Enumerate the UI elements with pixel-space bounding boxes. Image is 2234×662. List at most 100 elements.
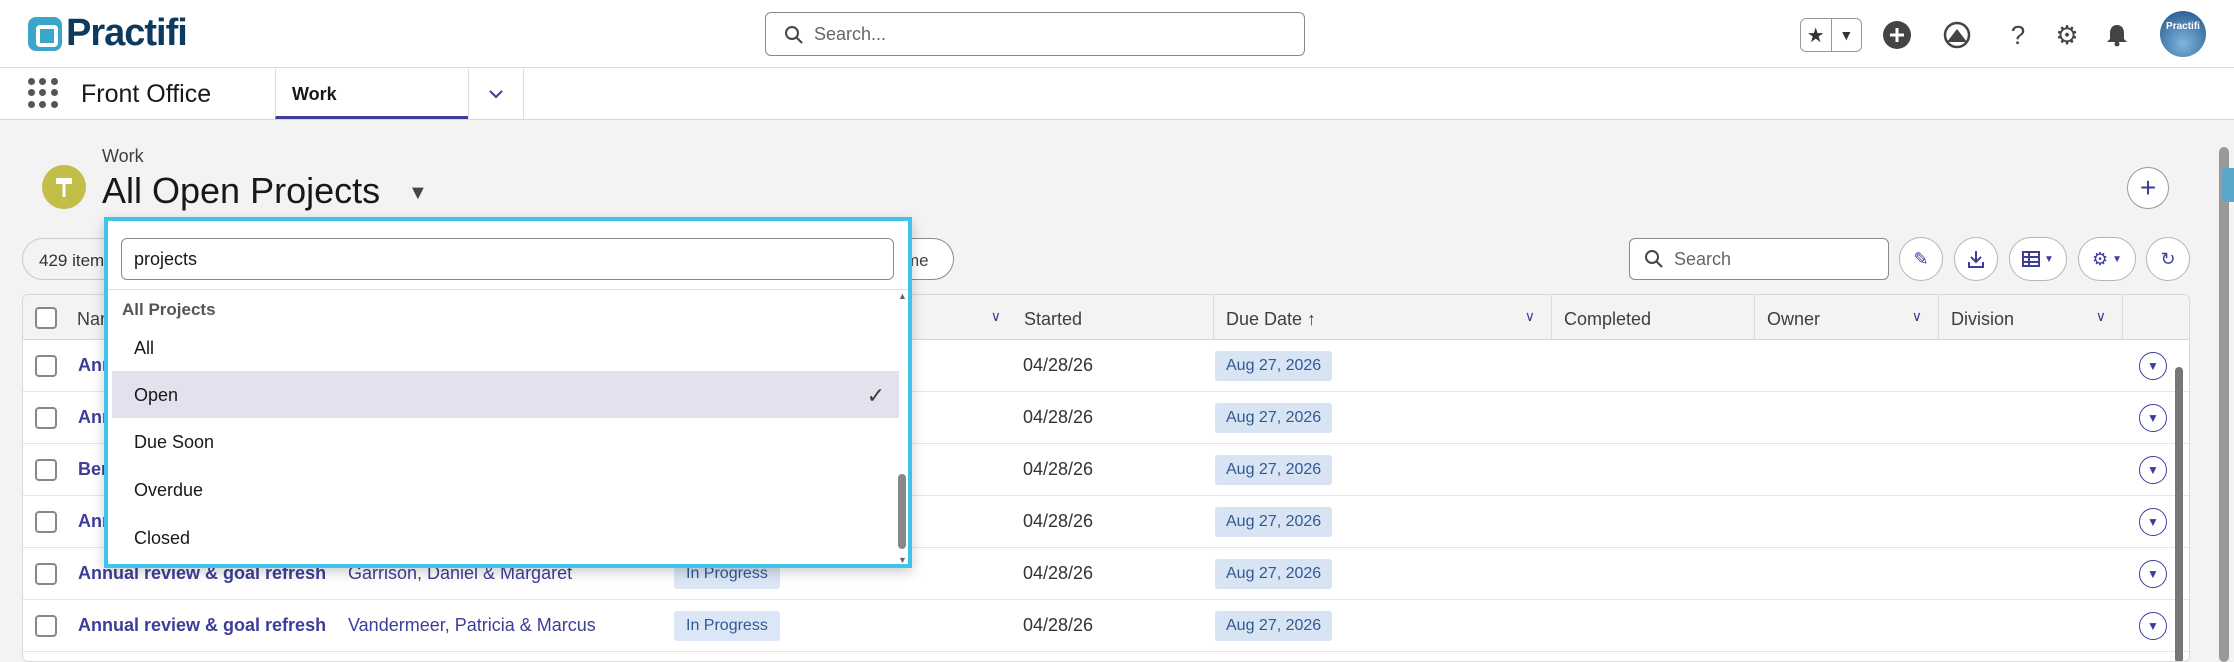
due-date-badge: Aug 27, 2026 xyxy=(1215,559,1333,589)
edit-button[interactable]: ✎ xyxy=(1899,237,1943,281)
app-launcher-icon[interactable] xyxy=(28,78,58,108)
chevron-down-icon: ▼ xyxy=(2112,253,2123,265)
gear-icon[interactable]: ⚙ xyxy=(2050,18,2084,52)
row-checkbox[interactable] xyxy=(35,407,57,429)
option-label: Closed xyxy=(134,528,191,548)
option-closed[interactable]: Closed xyxy=(112,514,899,561)
row-checkbox[interactable] xyxy=(35,511,57,533)
practifi-logo-mark xyxy=(28,16,62,51)
help-icon[interactable]: ? xyxy=(2001,18,2035,52)
star-icon[interactable]: ★ xyxy=(1801,19,1831,51)
refresh-button[interactable]: ↻ xyxy=(2146,237,2190,281)
chevron-down-icon[interactable]: ▼ xyxy=(1830,19,1862,51)
work-object-icon xyxy=(42,165,86,209)
started-date: 04/28/26 xyxy=(1023,563,1094,583)
list-view-search-input[interactable] xyxy=(121,238,894,280)
due-date-badge: Aug 27, 2026 xyxy=(1215,403,1333,433)
column-label: Started xyxy=(1024,309,1083,329)
global-header: Practifi Search... ★ ▼ ? ⚙ Practifi xyxy=(0,0,2234,68)
column-header-owner[interactable]: Owner ∨ xyxy=(1755,295,1939,340)
list-search-input[interactable]: Search xyxy=(1629,238,1889,280)
row-action-button[interactable]: ▼ xyxy=(2139,508,2167,536)
gear-icon: ⚙ xyxy=(2091,248,2109,269)
option-overdue[interactable]: Overdue xyxy=(112,466,899,513)
column-header-started[interactable]: Started xyxy=(1012,295,1214,340)
side-panel-tab[interactable] xyxy=(2222,168,2234,202)
due-date-badge: Aug 27, 2026 xyxy=(1215,611,1333,641)
chevron-down-icon[interactable]: ∨ xyxy=(1525,308,1535,325)
download-button[interactable] xyxy=(1954,237,1998,281)
scrollbar-thumb[interactable] xyxy=(898,474,906,549)
due-date-badge: Aug 27, 2026 xyxy=(1215,455,1333,485)
option-open[interactable]: Open ✓ xyxy=(112,371,899,418)
column-label: Division xyxy=(1951,309,2015,329)
row-action-button[interactable]: ▼ xyxy=(2139,560,2167,588)
column-label: Completed xyxy=(1564,309,1652,329)
option-label: Open xyxy=(134,385,179,405)
started-date: 04/28/26 xyxy=(1023,407,1094,427)
breadcrumb: Work xyxy=(102,146,144,166)
practifi-logo[interactable]: Practifi xyxy=(28,12,188,55)
row-checkbox[interactable] xyxy=(35,615,57,637)
page-scrollbar[interactable] xyxy=(2216,125,2232,662)
row-checkbox[interactable] xyxy=(35,459,57,481)
column-header-due-date[interactable]: Due Date ↑ ∨ xyxy=(1214,295,1552,340)
client-link[interactable]: Vandermeer, Patricia & Marcus xyxy=(348,615,596,636)
new-record-button[interactable]: + xyxy=(2127,167,2169,209)
page-title[interactable]: All Open Projects xyxy=(102,170,380,212)
due-date-badge: Aug 27, 2026 xyxy=(1215,351,1333,381)
table-row[interactable]: Annual review & goal refresh Vandermeer,… xyxy=(23,600,2189,652)
download-icon xyxy=(1968,251,1984,268)
chevron-down-icon[interactable]: ∨ xyxy=(1912,308,1922,325)
select-all-checkbox[interactable] xyxy=(35,307,57,329)
column-header-division[interactable]: Division ∨ xyxy=(1939,295,2123,340)
started-date: 04/28/26 xyxy=(1023,511,1094,531)
table-scrollbar[interactable] xyxy=(2173,343,2185,661)
column-label: Owner xyxy=(1767,309,1821,329)
checkmark-icon: ✓ xyxy=(866,383,885,408)
list-view-picker-caret-icon[interactable]: ▼ xyxy=(408,182,428,205)
brand-name: Practifi xyxy=(66,12,188,54)
row-action-button[interactable]: ▼ xyxy=(2139,612,2167,640)
favorites-button-group[interactable]: ★ ▼ xyxy=(1800,18,1862,52)
column-label: Due Date ↑ xyxy=(1226,309,1317,329)
nav-more-button[interactable] xyxy=(468,68,524,119)
row-checkbox[interactable] xyxy=(35,355,57,377)
chevron-down-icon[interactable]: ∨ xyxy=(991,308,1001,325)
scroll-up-icon[interactable]: ▲ xyxy=(898,291,907,301)
list-view-options: All Projects All Open ✓ Due Soon Overdue… xyxy=(108,289,908,568)
row-checkbox[interactable] xyxy=(35,563,57,585)
started-date: 04/28/26 xyxy=(1023,459,1094,479)
global-search-input[interactable]: Search... xyxy=(765,12,1305,56)
user-avatar[interactable]: Practifi xyxy=(2160,11,2206,57)
refresh-icon: ↻ xyxy=(2160,248,2176,269)
option-label: Due Soon xyxy=(134,432,215,452)
bell-icon[interactable] xyxy=(2100,18,2134,52)
option-all[interactable]: All xyxy=(112,324,899,371)
column-header-completed[interactable]: Completed xyxy=(1552,295,1755,340)
avatar-text: Practifi xyxy=(2166,21,2200,32)
search-icon xyxy=(1645,250,1663,268)
trailhead-icon[interactable] xyxy=(1940,18,1974,52)
scroll-down-icon[interactable]: ▼ xyxy=(898,555,907,565)
project-name-link[interactable]: Annual review & goal refresh xyxy=(78,615,326,636)
dropdown-scrollbar[interactable]: ▲ ▼ xyxy=(897,289,908,568)
started-date: 04/28/26 xyxy=(1023,615,1094,635)
option-due-soon[interactable]: Due Soon xyxy=(112,418,899,465)
due-date-badge: Aug 27, 2026 xyxy=(1215,507,1333,537)
scrollbar-thumb[interactable] xyxy=(2175,367,2183,661)
scrollbar-thumb[interactable] xyxy=(2219,147,2229,662)
list-settings-button[interactable]: ⚙ ▼ xyxy=(2078,237,2136,281)
row-action-button[interactable]: ▼ xyxy=(2139,456,2167,484)
chevron-down-icon: ▼ xyxy=(2044,253,2054,265)
tab-work[interactable]: Work xyxy=(275,68,468,119)
chevron-down-icon xyxy=(489,89,503,98)
status-badge: In Progress xyxy=(674,611,780,641)
chevron-down-icon[interactable]: ∨ xyxy=(2096,308,2106,325)
option-label: All xyxy=(134,338,155,358)
display-as-button[interactable]: ▼ xyxy=(2009,237,2067,281)
add-circle-icon[interactable] xyxy=(1880,18,1914,52)
row-action-button[interactable]: ▼ xyxy=(2139,404,2167,432)
option-label: Overdue xyxy=(134,480,204,500)
row-action-button[interactable]: ▼ xyxy=(2139,352,2167,380)
